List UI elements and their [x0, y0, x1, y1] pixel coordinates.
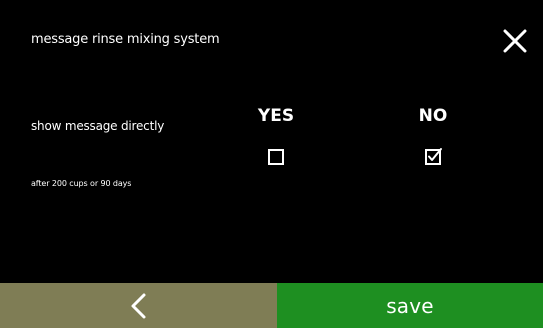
back-button[interactable]: [0, 283, 277, 328]
close-button[interactable]: [500, 26, 530, 56]
setting-note: after 200 cups or 90 days: [31, 179, 132, 188]
bottom-bar: save: [0, 283, 543, 328]
yes-checkbox[interactable]: [266, 147, 286, 167]
save-button[interactable]: save: [277, 283, 543, 328]
setting-label: show message directly: [31, 119, 165, 133]
close-icon: [503, 29, 527, 53]
option-yes-label: YES: [257, 106, 295, 126]
save-label: save: [386, 293, 434, 318]
checkbox-checked-icon: [425, 148, 442, 165]
option-no-label: NO: [418, 106, 448, 126]
checkbox-unchecked-icon: [268, 149, 284, 165]
chevron-left-icon: [131, 293, 145, 318]
no-checkbox[interactable]: [423, 147, 443, 167]
page-title: message rinse mixing system: [31, 32, 220, 47]
